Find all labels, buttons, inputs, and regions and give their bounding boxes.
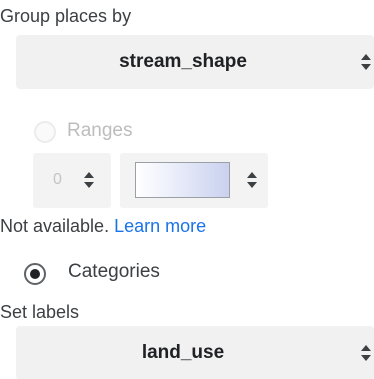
learn-more-link[interactable]: Learn more — [114, 216, 206, 236]
set-labels-value: land_use — [141, 342, 225, 363]
up-down-arrows-icon — [361, 345, 371, 361]
not-available-text: Not available. — [0, 216, 110, 236]
categories-label: Categories — [68, 261, 160, 282]
set-labels-label: Set labels — [0, 302, 80, 322]
group-places-by-label: Group places by — [0, 6, 132, 26]
ranges-radio[interactable] — [34, 121, 56, 143]
not-available-message: Not available. Learn more — [0, 216, 206, 237]
radio-checked-icon — [30, 269, 40, 279]
ranges-label: Ranges — [67, 120, 133, 141]
categories-radio[interactable] — [24, 263, 46, 285]
up-down-arrows-icon — [84, 172, 94, 188]
range-steps-stepper[interactable]: 0 — [33, 153, 111, 208]
group-places-by-value: stream_shape — [119, 51, 247, 72]
range-steps-value: 0 — [53, 171, 62, 188]
up-down-arrows-icon — [247, 172, 257, 188]
group-places-by-select[interactable]: stream_shape — [16, 35, 374, 89]
grouping-panel: Group places by stream_shape Ranges 0 No… — [0, 0, 374, 379]
up-down-arrows-icon — [361, 54, 371, 70]
color-ramp-swatch — [135, 162, 230, 198]
set-labels-select[interactable]: land_use — [16, 326, 374, 379]
